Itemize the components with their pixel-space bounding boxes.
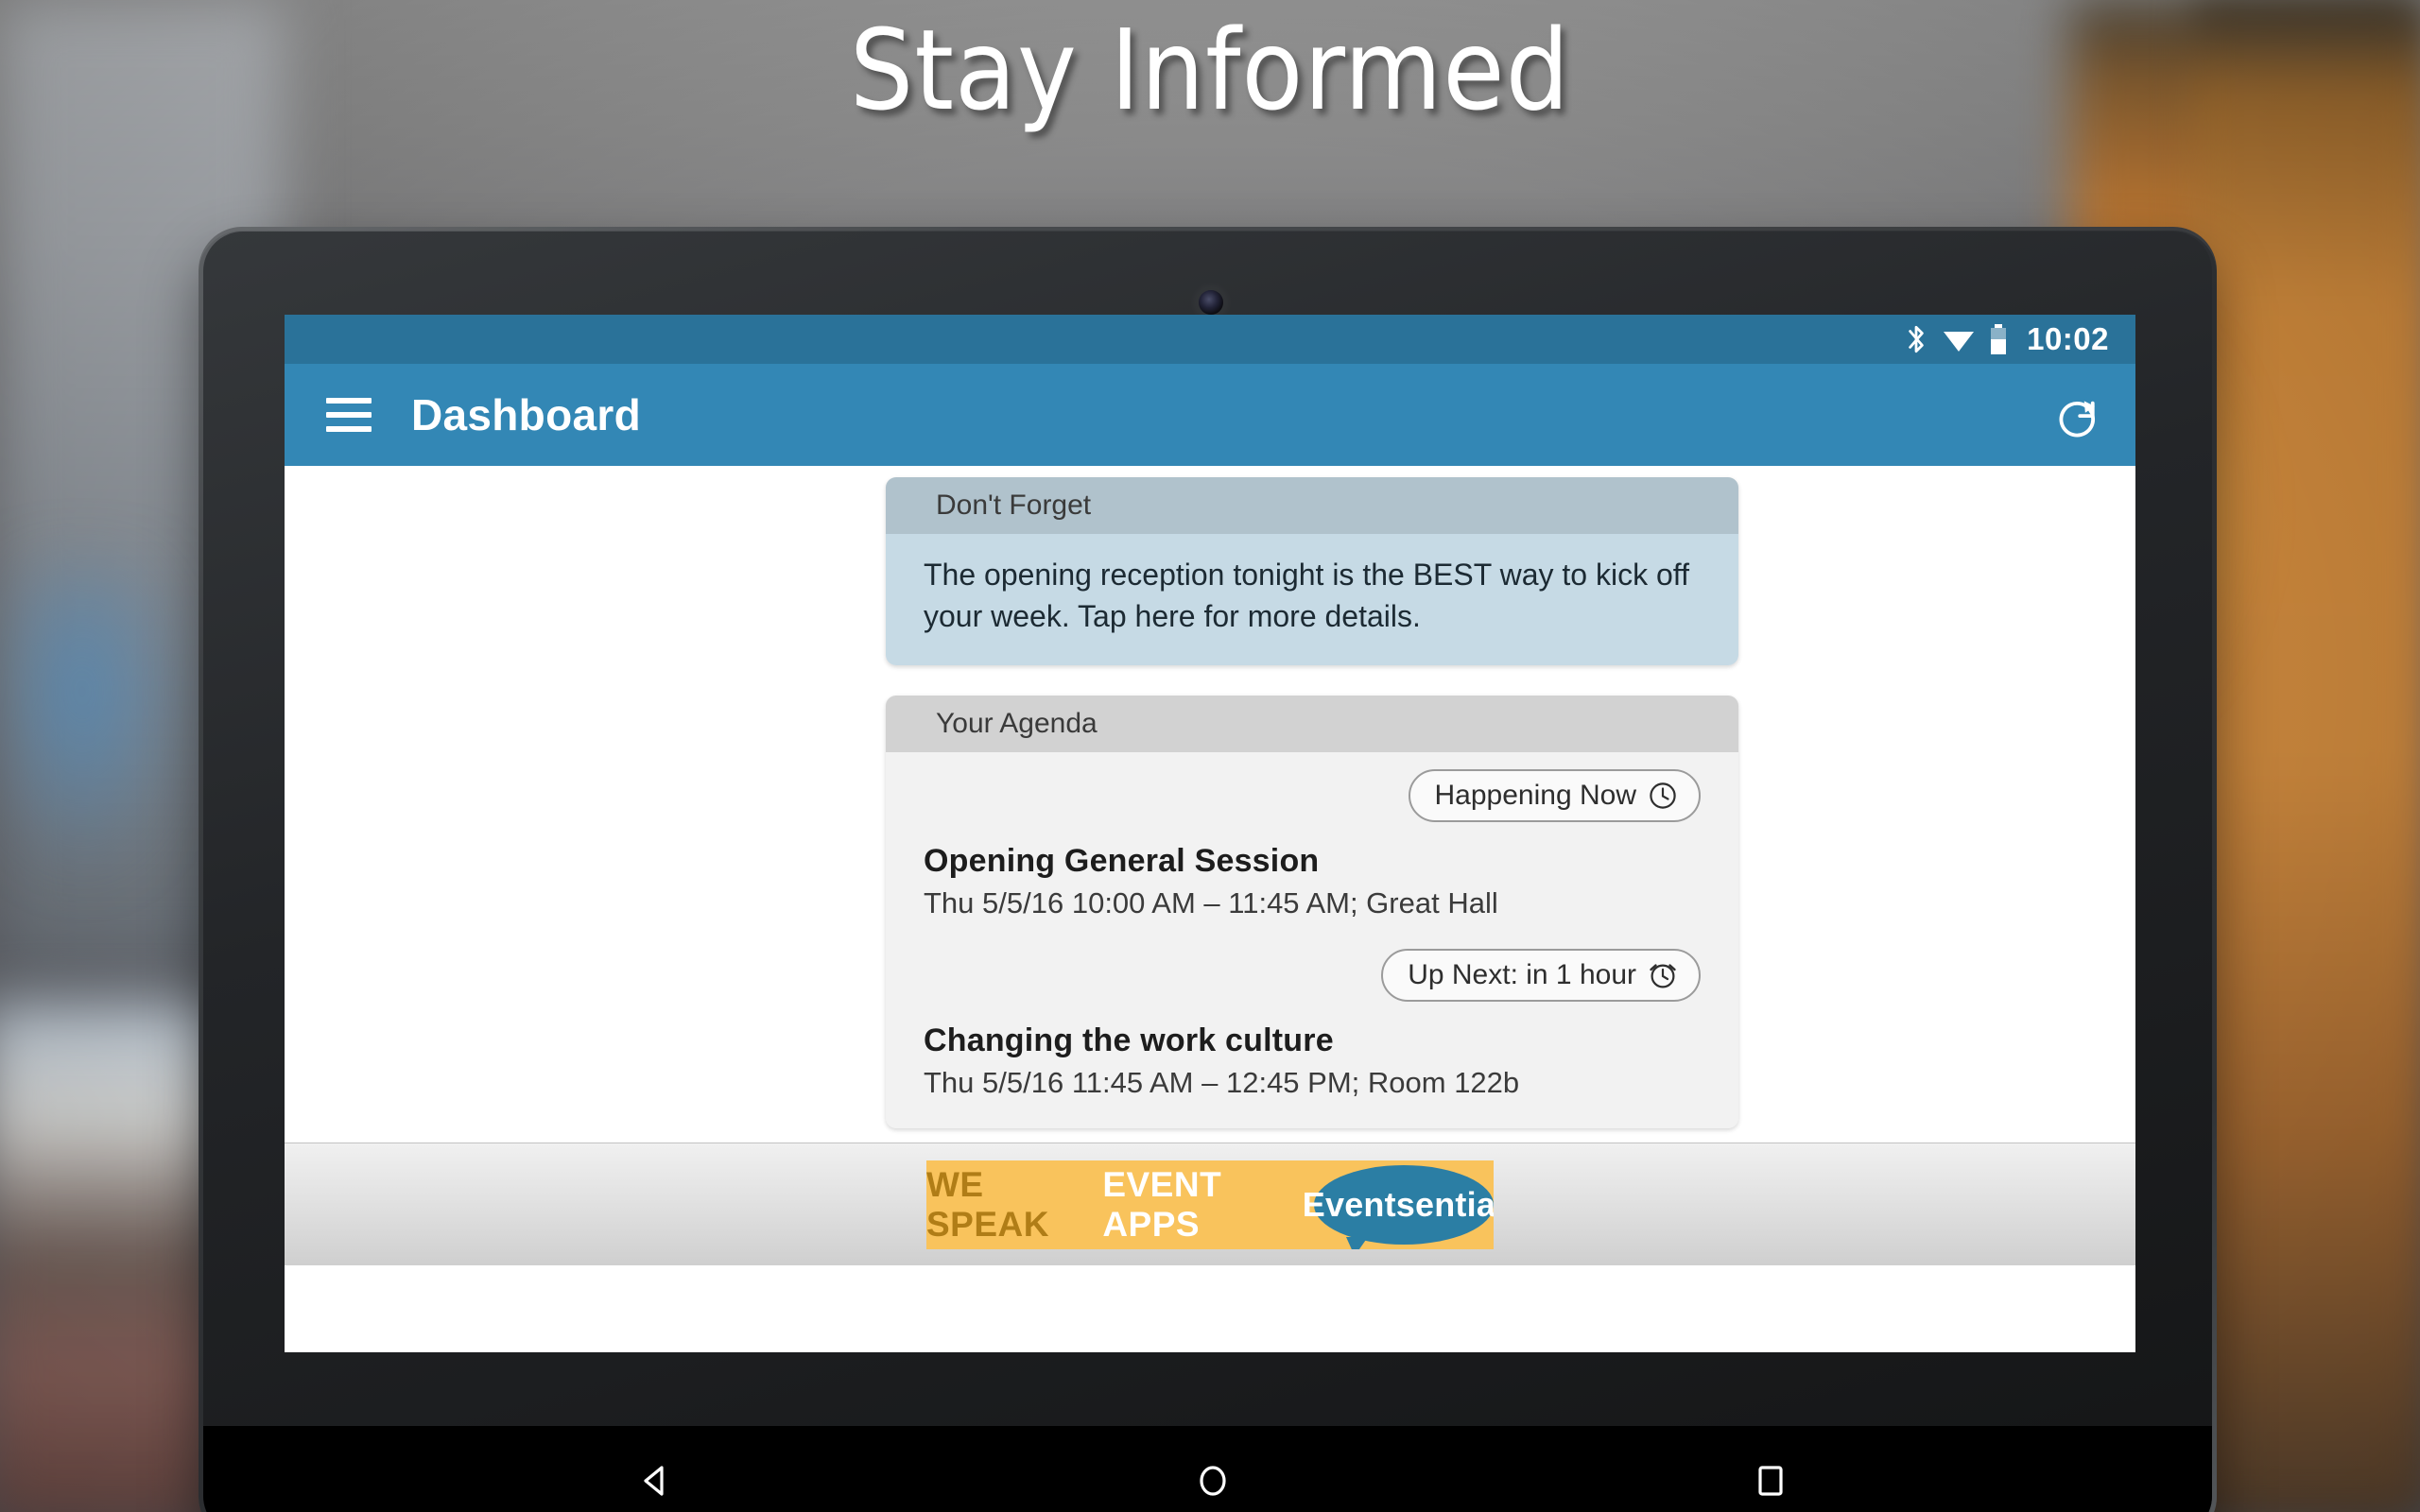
hamburger-menu-icon[interactable] <box>326 398 372 432</box>
agenda-session-item[interactable]: Changing the work culture Thu 5/5/16 11:… <box>924 1022 1701 1100</box>
promo-headline: Stay Informed <box>849 5 1571 135</box>
session-meta: Thu 5/5/16 11:45 AM – 12:45 PM; Room 122… <box>924 1066 1520 1100</box>
recents-nav-icon[interactable] <box>1700 1458 1841 1503</box>
dont-forget-card-header: Don't Forget <box>886 477 1738 534</box>
session-title: Changing the work culture <box>924 1022 1334 1059</box>
back-nav-icon[interactable] <box>584 1458 726 1503</box>
page-title: Dashboard <box>411 390 641 439</box>
happening-now-label: Happening Now <box>1434 780 1636 812</box>
tablet-device-frame: 10:02 Dashboard Don't Forget The opening… <box>199 227 2217 1512</box>
app-action-bar: Dashboard <box>285 364 2135 466</box>
up-next-badge-row: Up Next: in 1 hour <box>924 949 1701 1003</box>
alarm-icon <box>1650 964 1676 988</box>
android-navigation-bar <box>203 1426 2212 1512</box>
tablet-bezel: 10:02 Dashboard Don't Forget The opening… <box>203 232 2212 1512</box>
happening-now-badge-row: Happening Now <box>924 769 1701 823</box>
dont-forget-card-body: The opening reception tonight is the BES… <box>886 534 1738 666</box>
status-bar-clock: 10:02 <box>2027 321 2109 356</box>
your-agenda-card[interactable]: Your Agenda Happening Now Opening Genera… <box>886 696 1738 1129</box>
refresh-icon[interactable] <box>2052 389 2103 440</box>
your-agenda-card-body: Happening Now Opening General Session Th… <box>886 752 1738 1129</box>
session-meta: Thu 5/5/16 10:00 AM – 11:45 AM; Great Ha… <box>924 886 1498 920</box>
bluetooth-icon <box>1904 323 1928 355</box>
dont-forget-card[interactable]: Don't Forget The opening reception tonig… <box>886 477 1738 666</box>
up-next-label: Up Next: in 1 hour <box>1408 959 1636 991</box>
eventsential-ad-banner[interactable]: WE SPEAK EVENT APPS Eventsential <box>926 1160 1494 1249</box>
advertisement-bar[interactable]: WE SPEAK EVENT APPS Eventsential <box>285 1143 2135 1265</box>
battery-icon <box>1989 324 2008 354</box>
clock-icon <box>1650 782 1676 809</box>
device-screen: 10:02 Dashboard Don't Forget The opening… <box>285 315 2135 1352</box>
ad-text-we-speak: WE SPEAK <box>926 1164 1049 1244</box>
ad-text-event-apps: EVENT APPS <box>1102 1164 1222 1244</box>
session-title: Opening General Session <box>924 843 1320 880</box>
wifi-icon <box>1942 325 1976 353</box>
your-agenda-card-header: Your Agenda <box>886 696 1738 753</box>
status-badge[interactable]: Happening Now <box>1408 769 1701 823</box>
home-nav-icon[interactable] <box>1142 1458 1284 1503</box>
front-camera-icon <box>1199 290 1223 315</box>
dashboard-content[interactable]: Don't Forget The opening reception tonig… <box>285 466 2135 1265</box>
status-badge[interactable]: Up Next: in 1 hour <box>1381 949 1701 1003</box>
eventsential-logo-bubble: Eventsential <box>1303 1164 1494 1249</box>
eventsential-brand-label: Eventsential <box>1302 1184 1494 1224</box>
android-status-bar: 10:02 <box>285 315 2135 364</box>
agenda-session-item[interactable]: Opening General Session Thu 5/5/16 10:00… <box>924 843 1701 920</box>
